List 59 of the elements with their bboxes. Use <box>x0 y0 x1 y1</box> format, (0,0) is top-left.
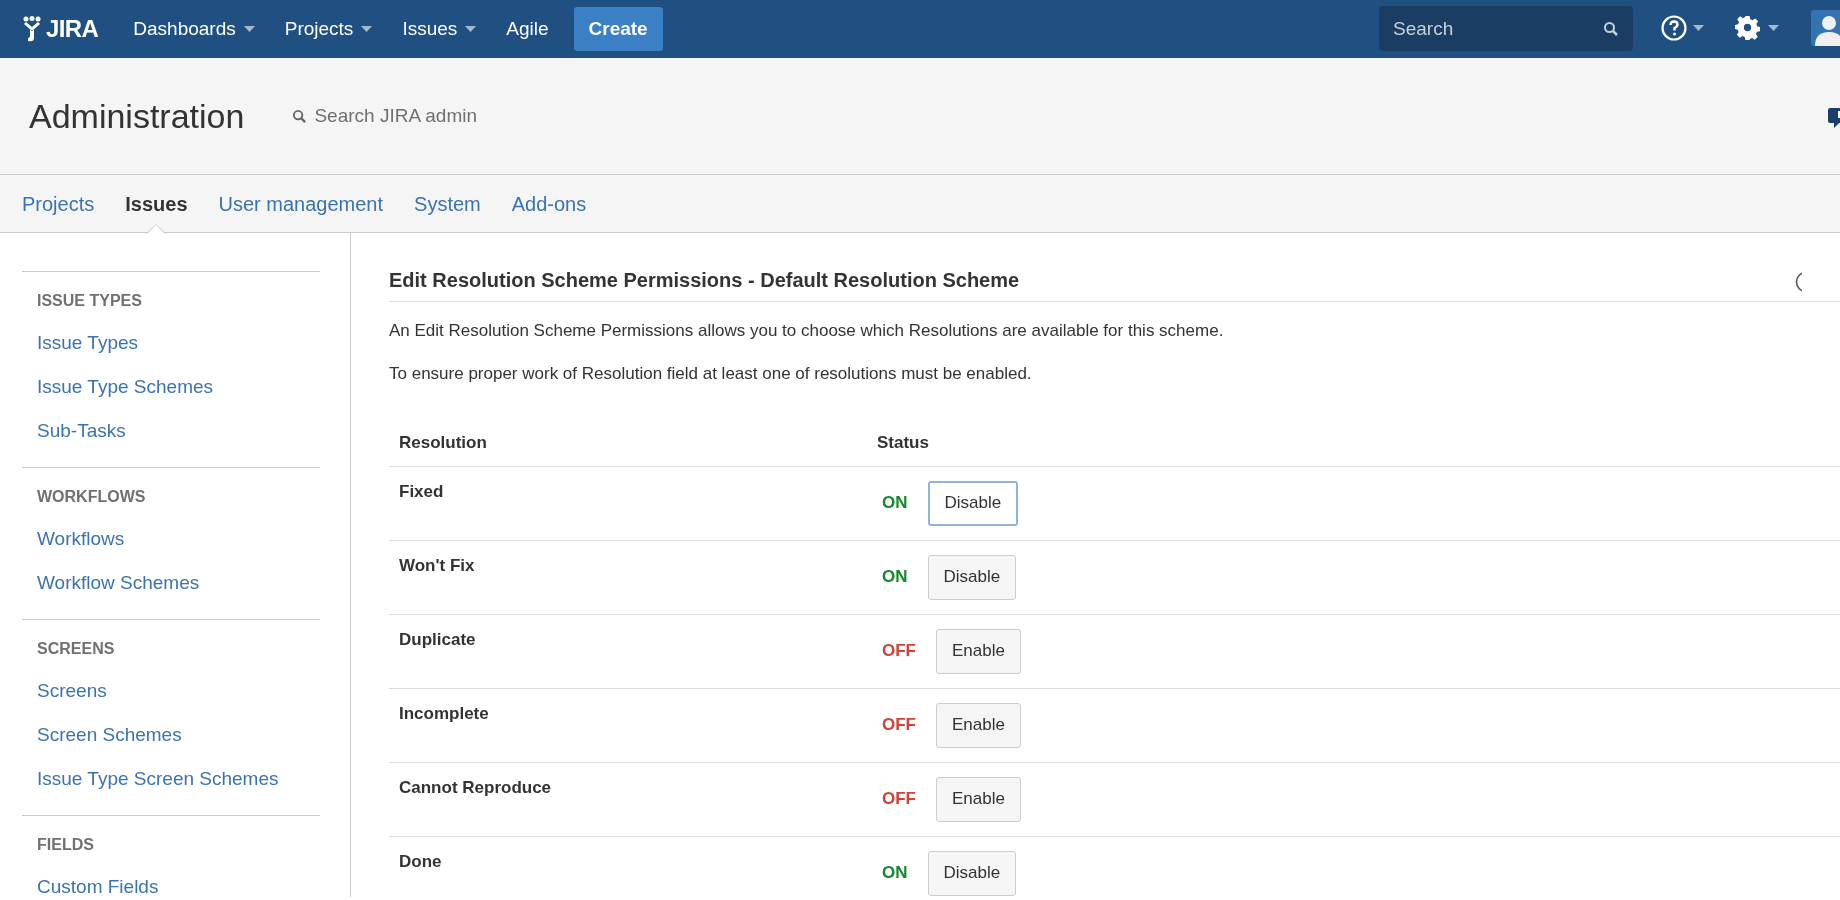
sidebar-link[interactable]: Custom Fields <box>22 871 320 900</box>
status-label: OFF <box>882 640 916 663</box>
resolution-name: Fixed <box>389 466 877 540</box>
resolution-name: Done <box>389 836 877 900</box>
resolution-name: Cannot Reproduce <box>389 762 877 836</box>
admin-search-field[interactable]: Search JIRA admin <box>314 101 545 131</box>
resolution-name: Duplicate <box>389 614 877 688</box>
sidebar-heading: FIELDS <box>36 835 95 855</box>
enable-button[interactable]: Enable <box>936 702 1021 748</box>
caret-icon <box>1693 25 1704 31</box>
enable-button[interactable]: Enable <box>936 776 1021 822</box>
nav-menu[interactable]: Issues <box>392 0 487 58</box>
nav-menu[interactable]: Projects <box>274 0 383 58</box>
logo-text: JIRA <box>46 14 99 44</box>
status-label: ON <box>882 862 908 885</box>
settings-icon <box>1735 15 1760 40</box>
resolution-name: Incomplete <box>389 688 877 762</box>
disable-button[interactable]: Disable <box>927 850 1017 896</box>
help-button[interactable] <box>1661 15 1704 41</box>
column-header: Resolution <box>389 420 877 466</box>
admin-tab[interactable]: User management <box>218 174 384 233</box>
search-field[interactable]: Search <box>1379 6 1633 51</box>
content-heading: Edit Resolution Scheme Permissions - Default Resolution Scheme <box>389 268 1020 293</box>
disable-button[interactable]: Disable <box>927 480 1019 526</box>
enable-button[interactable]: Enable <box>936 628 1021 674</box>
admin-tab[interactable]: Add-ons <box>511 174 587 233</box>
sidebar-heading: ISSUE TYPES <box>36 291 143 311</box>
disable-button[interactable]: Disable <box>927 554 1017 600</box>
caret-icon <box>1768 24 1779 31</box>
status-label: OFF <box>882 788 916 811</box>
sidebar-link[interactable]: Workflows <box>22 523 320 567</box>
sidebar-link[interactable]: Issue Types <box>22 327 320 371</box>
admin-tab[interactable]: System <box>414 174 481 233</box>
page-title: Administration <box>29 95 245 137</box>
settings-button[interactable] <box>1735 15 1779 40</box>
search-icon <box>1603 21 1619 37</box>
resolution-name: Won't Fix <box>389 540 877 614</box>
status-label: ON <box>882 492 908 515</box>
description-text: An Edit Resolution Scheme Permissions allows you to choose which Resolutions are available for this scheme. <box>389 320 1225 342</box>
sidebar-link[interactable]: Screens <box>22 675 320 719</box>
create-button[interactable]: Create <box>573 7 663 51</box>
status-label: OFF <box>882 714 916 737</box>
sidebar-heading: SCREENS <box>36 639 116 659</box>
admin-tab[interactable]: Issues <box>125 174 188 233</box>
sidebar-heading: WORKFLOWS <box>36 487 147 507</box>
sidebar-link[interactable]: Screen Schemes <box>22 719 320 763</box>
user-avatar-icon[interactable] <box>1811 10 1840 46</box>
sidebar-link[interactable]: Workflow Schemes <box>22 567 320 611</box>
sidebar-link[interactable]: Issue Type Schemes <box>22 371 320 415</box>
column-header: Status <box>877 420 1840 466</box>
admin-tab[interactable]: Projects <box>22 174 95 233</box>
jira-logo-icon <box>22 16 42 42</box>
search-icon <box>292 108 308 124</box>
sidebar-link[interactable]: Sub-Tasks <box>22 415 320 459</box>
status-label: ON <box>882 566 908 589</box>
sidebar-link[interactable]: Issue Type Screen Schemes <box>22 763 320 807</box>
nav-menu[interactable]: Agile <box>496 0 559 58</box>
description-text: To ensure proper work of Resolution field at least one of resolutions must be enabled. <box>389 362 1033 385</box>
nav-menu[interactable]: Dashboards <box>123 0 265 58</box>
